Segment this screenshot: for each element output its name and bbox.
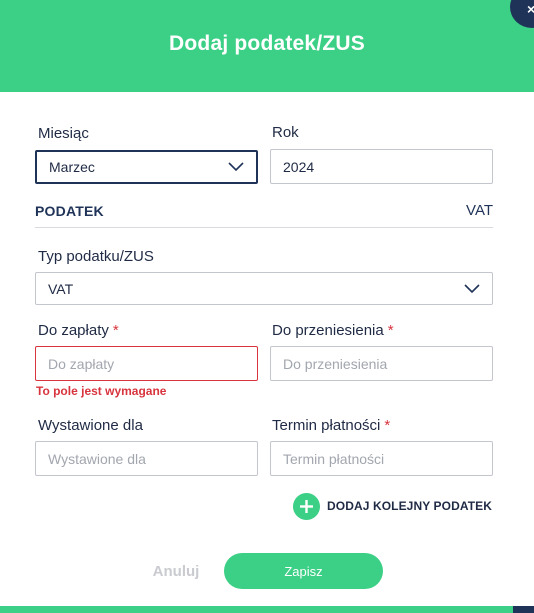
month-label: Miesiąc bbox=[38, 125, 89, 142]
section-tax-type: VAT bbox=[466, 202, 493, 219]
year-value: 2024 bbox=[283, 158, 315, 175]
month-value: Marzec bbox=[49, 159, 95, 175]
tax-type-select[interactable]: VAT bbox=[35, 272, 493, 305]
required-mark: * bbox=[112, 322, 119, 339]
issued-for-input[interactable]: Wystawione dla bbox=[35, 441, 258, 476]
cancel-button[interactable]: Anuluj bbox=[140, 563, 212, 580]
modal-header: Dodaj podatek/ZUS bbox=[0, 0, 534, 92]
to-pay-label-text: Do zapłaty bbox=[38, 322, 109, 339]
month-select[interactable]: Marzec bbox=[35, 150, 258, 184]
close-icon: × bbox=[527, 1, 534, 17]
transfer-label: Do przeniesienia * bbox=[272, 322, 394, 339]
to-pay-error: To pole jest wymagane bbox=[36, 384, 167, 398]
year-label: Rok bbox=[272, 124, 299, 141]
issued-for-placeholder: Wystawione dla bbox=[48, 450, 146, 467]
add-tax-button[interactable]: DODAJ KOLEJNY PODATEK bbox=[293, 492, 493, 520]
tax-type-label: Typ podatku/ZUS bbox=[38, 248, 154, 265]
to-pay-label: Do zapłaty * bbox=[38, 322, 119, 339]
modal-title: Dodaj podatek/ZUS bbox=[169, 32, 365, 55]
bottom-bar bbox=[0, 606, 534, 613]
transfer-label-text: Do przeniesienia bbox=[272, 322, 384, 339]
transfer-input[interactable]: Do przeniesienia bbox=[270, 346, 493, 381]
required-mark: * bbox=[387, 322, 394, 339]
chevron-down-icon bbox=[464, 283, 480, 293]
required-mark: * bbox=[384, 417, 391, 434]
to-pay-placeholder: Do zapłaty bbox=[48, 355, 115, 372]
to-pay-input[interactable]: Do zapłaty bbox=[35, 346, 258, 381]
issued-for-label: Wystawione dla bbox=[38, 417, 143, 434]
due-date-label-text: Termin płatności bbox=[272, 417, 381, 434]
due-date-placeholder: Termin płatności bbox=[283, 450, 385, 467]
section-title: PODATEK bbox=[35, 203, 104, 219]
transfer-placeholder: Do przeniesienia bbox=[283, 355, 388, 372]
due-date-input[interactable]: Termin płatności bbox=[270, 441, 493, 476]
chevron-down-icon bbox=[228, 162, 244, 172]
save-button[interactable]: Zapisz bbox=[224, 553, 383, 589]
tax-type-value: VAT bbox=[48, 280, 74, 297]
due-date-label: Termin płatności * bbox=[272, 417, 390, 434]
year-input[interactable]: 2024 bbox=[270, 149, 493, 184]
plus-icon bbox=[293, 492, 320, 520]
section-header: PODATEK VAT bbox=[35, 202, 493, 228]
add-tax-label: DODAJ KOLEJNY PODATEK bbox=[327, 499, 493, 513]
